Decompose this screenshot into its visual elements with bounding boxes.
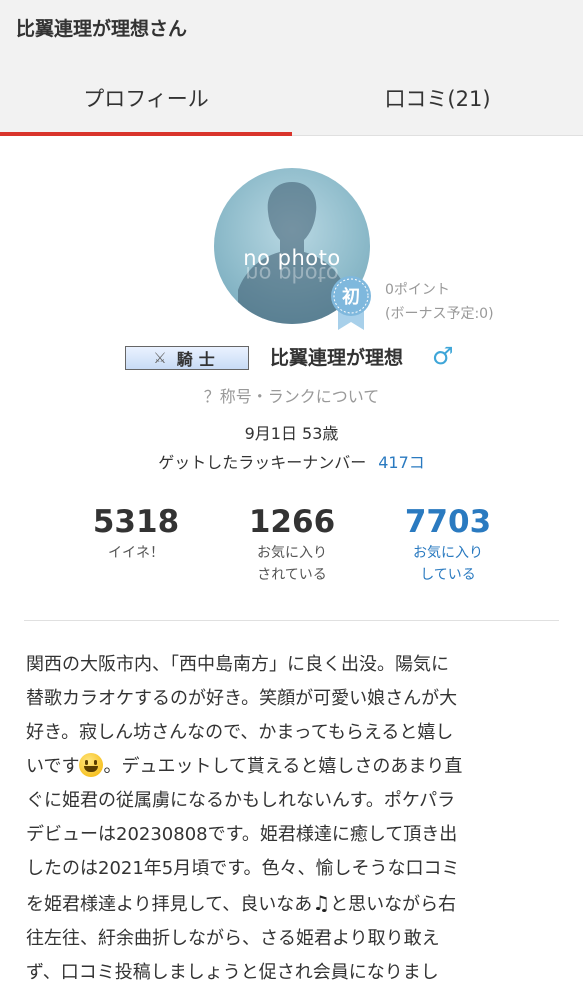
bio-line: 往左往、紆余曲折しながら、さる姫君より取り敢え [26, 928, 440, 949]
bio-line: 関西の大阪市内、「西中島南方」に良く出没。陽気に [26, 654, 449, 675]
bio-line: 好き。寂しん坊さんなので、かまってもらえると嬉し [26, 722, 454, 743]
bio-line: デビューは20230808です。姫君様達に癒して頂き出 [26, 824, 458, 845]
crossed-swords-icon: ⚔ [153, 349, 167, 367]
music-note-emoji-icon: ♫ [312, 891, 331, 915]
tab-divider [292, 135, 583, 136]
bio-text: 。デュエットして貰えると嬉しさのあまり直 [103, 756, 463, 777]
stat-favorited-value: 1266 [248, 504, 336, 540]
tab-profile[interactable]: プロフィール [0, 60, 292, 136]
bio-text: いです [26, 756, 80, 777]
tab-reviews[interactable]: 口コミ(21) [292, 60, 583, 136]
active-tab-indicator [0, 132, 292, 136]
user-name: 比翼連理が理想 [270, 347, 404, 369]
stat-favoriting-value[interactable]: 7703 [388, 502, 508, 542]
first-timer-badge-label: 初 [342, 287, 360, 308]
bio-text: と思いながら右 [330, 894, 457, 915]
stat-favoriting-label-1[interactable]: お気に入り [388, 542, 508, 564]
stat-likes-label: イイネ！ [108, 545, 164, 561]
bio-text: を姫君様達より拝見して、良いなあ [26, 894, 313, 915]
lucky-number-label: ゲットしたラッキーナンバー [158, 453, 367, 472]
section-divider [24, 620, 559, 621]
bio-line: したのは2021年5月頃です。色々、愉しそうな口コミ [26, 858, 460, 879]
bio-line: いです 。デュエットして貰えると嬉しさのあまり直 [26, 750, 560, 784]
stat-favorited-label-2: されている [257, 567, 327, 583]
page-title: 比翼連理が理想さん [16, 18, 188, 40]
points-bonus: (ボーナス予定:0) [385, 306, 494, 322]
grinning-face-emoji-icon [79, 753, 104, 777]
lucky-number-row: ゲットしたラッキーナンバー 417コ [0, 449, 583, 473]
points-info: 0ポイント (ボーナス予定:0) [385, 278, 494, 326]
rank-help-link[interactable]: ？称号・ランクについて [0, 383, 583, 407]
stat-favoriting[interactable]: 7703 お気に入り している [388, 502, 508, 586]
tab-bar: プロフィール 口コミ(21) [0, 60, 583, 136]
bio-line: ず、口コミ投稿しましょうと促され会員になりまし [26, 962, 439, 983]
bio-line: ぐに姫君の従属虜になるかもしれないんす。ポケパラ [26, 790, 456, 811]
profile-bio: 関西の大阪市内、「西中島南方」に良く出没。陽気に 替歌カラオケするのが好き。笑顔… [26, 648, 560, 990]
header: 比翼連理が理想さん プロフィール 口コミ(21) [0, 0, 583, 136]
points-current: 0ポイント [385, 282, 450, 298]
stat-likes-value: 5318 [92, 504, 180, 540]
lucky-number-value[interactable]: 417コ [378, 453, 425, 472]
male-icon: ♂ [432, 342, 454, 370]
rank-title-text: 騎士 [176, 350, 221, 369]
stat-favorited-label-1: お気に入り [257, 545, 327, 561]
bio-line: を姫君様達より拝見して、良いなあ♫と思いながら右 [26, 886, 560, 922]
rank-title-badge: ⚔ 騎士 [125, 346, 249, 370]
stat-favorited: 1266 お気に入り されている [232, 502, 352, 586]
bio-line: 替歌カラオケするのが好き。笑顔が可愛い娘さんが大 [26, 688, 458, 709]
stat-favoriting-label-2[interactable]: している [388, 564, 508, 586]
birthday-age: 9月1日 53歳 [244, 424, 339, 443]
stat-likes: 5318 イイネ！ [76, 502, 196, 564]
